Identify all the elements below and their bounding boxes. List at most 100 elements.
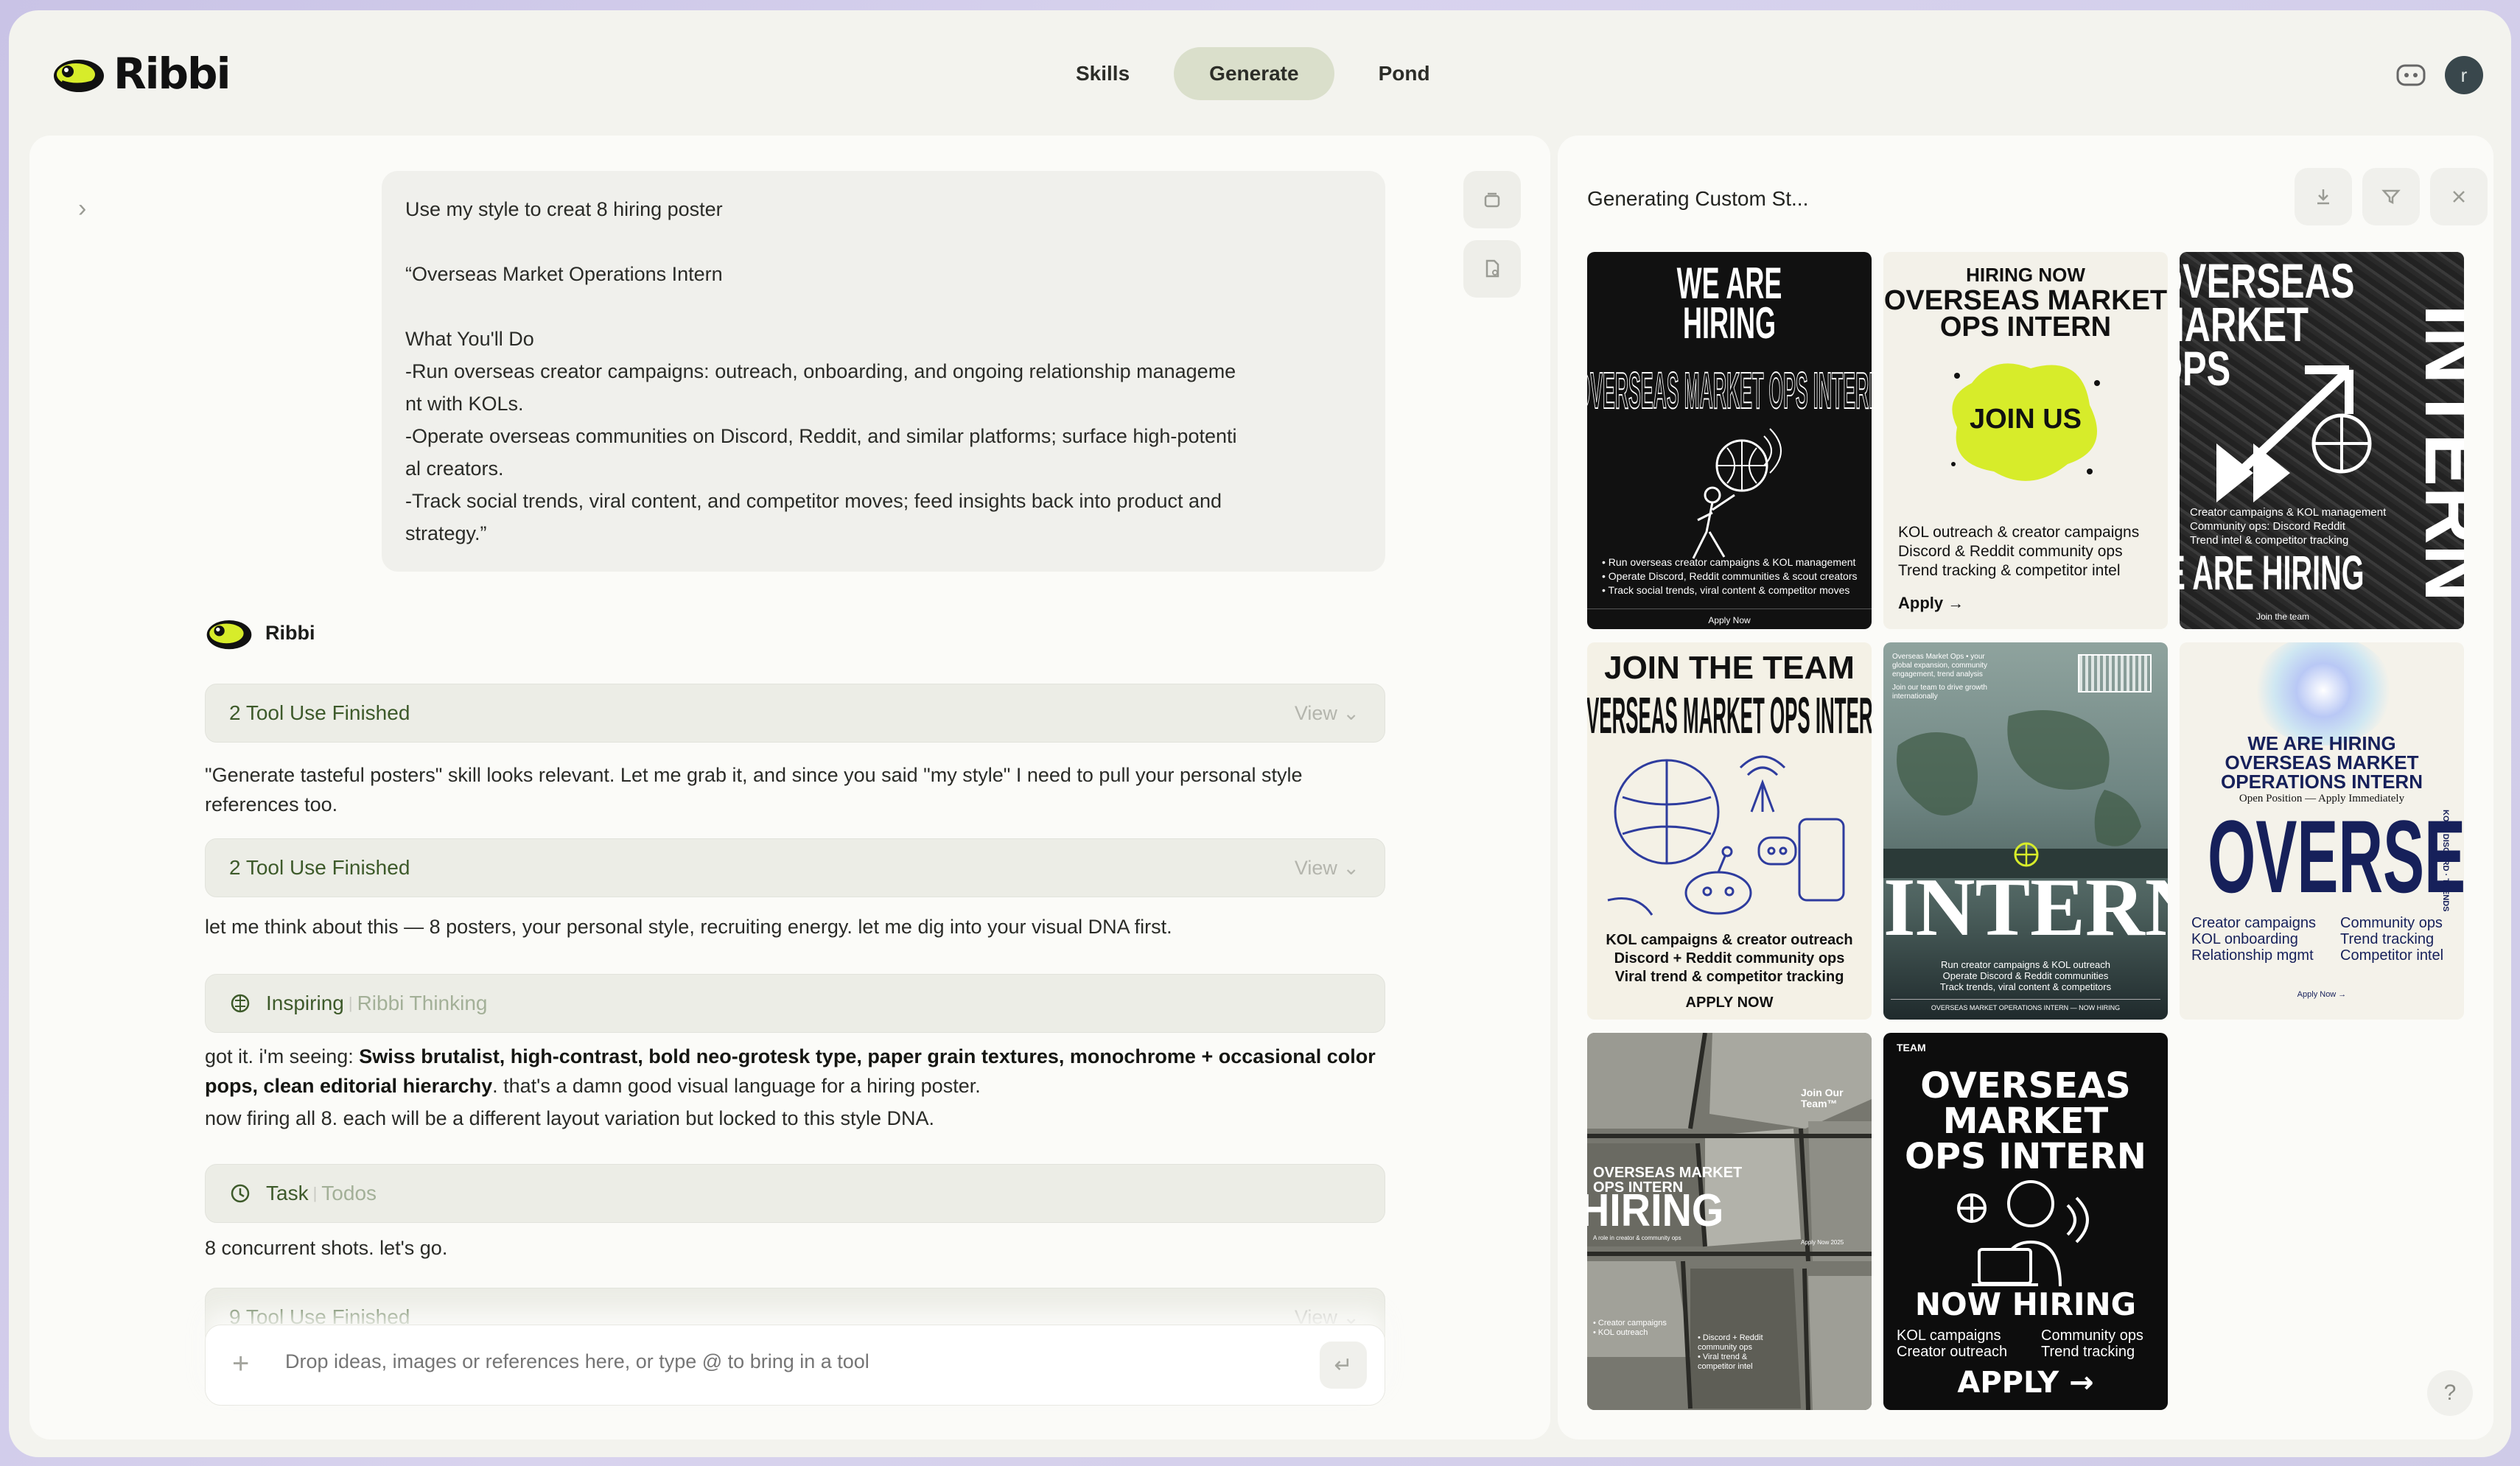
view-toggle[interactable]: View ⌄ xyxy=(1295,702,1359,725)
headline-line: OPS INTERN xyxy=(1939,312,2112,343)
task-bar[interactable]: Task | Todos xyxy=(205,1164,1385,1223)
poster-cta: APPLY NOW xyxy=(1685,995,1774,1011)
brain-icon xyxy=(231,994,250,1013)
figure-globe-illustration xyxy=(1692,428,1782,559)
tool-use-bar[interactable]: 2 Tool Use Finished View ⌄ xyxy=(205,684,1385,743)
poster-bullets: KOL outreach & creator campaigns Discord … xyxy=(1898,523,2139,581)
poster-bullets: Run creator campaigns & KOL outreach Oper… xyxy=(1883,959,2168,992)
bullet: • Viral trend & competitor intel xyxy=(1698,1353,1753,1371)
headline-line: OPERATIONS INTERN xyxy=(2221,771,2423,793)
bullet: Creator campaigns & KOL management xyxy=(2190,506,2387,519)
close-icon xyxy=(2453,191,2465,203)
col-item: Trend tracking xyxy=(2340,931,2435,947)
poster-1[interactable]: WE ARE HIRING OVERSEAS MARKET OPS INTERN … xyxy=(1587,252,1872,629)
app-name: Ribbi xyxy=(113,49,231,99)
poster-4[interactable]: JOIN THE TEAM OVERSEAS MARKET OPS INTERN… xyxy=(1587,642,1872,1020)
message-line: -Operate overseas communities on Discord… xyxy=(405,425,1237,447)
poster-tag: Join Our Team™ xyxy=(1801,1087,1844,1109)
ribbi-logo[interactable]: Ribbi xyxy=(52,49,231,99)
send-button[interactable]: ↵ xyxy=(1320,1342,1367,1389)
poster-6[interactable]: WE ARE HIRING OVERSEAS MARKET OPERATIONS I… xyxy=(2180,642,2464,1020)
tab-skills[interactable]: Skills xyxy=(1040,47,1165,100)
poster-bullets: • Discord + Reddit community ops • Viral … xyxy=(1698,1333,1786,1372)
poster-8[interactable]: TEAM OVERSEAS MARKET OPS INTERN NOW HIRING… xyxy=(1883,1033,2168,1410)
tab-pond[interactable]: Pond xyxy=(1343,47,1466,100)
tool-use-label: 2 Tool Use Finished xyxy=(229,701,410,724)
save-message-button[interactable] xyxy=(1463,240,1521,298)
para-text: got it. i'm seeing: xyxy=(205,1045,360,1067)
message-line: What You'll Do xyxy=(405,328,534,350)
frog-avatar-icon xyxy=(206,620,252,650)
poster-5[interactable]: Overseas Market Ops • your global expans… xyxy=(1883,642,2168,1020)
poster-title: OVERSEAS MARKET OPS INTERN xyxy=(1587,686,1872,744)
download-button[interactable] xyxy=(2295,168,2352,225)
assistant-paragraph: now firing all 8. each will be a differe… xyxy=(205,1107,935,1129)
headline-line: HIRING xyxy=(1683,298,1776,348)
poster-big-text: OVERSEAS xyxy=(2208,799,2464,914)
headline-line: MARKET xyxy=(1942,1101,2109,1142)
view-label: View xyxy=(1294,701,1337,724)
clock-icon xyxy=(231,1184,250,1203)
tab-generate[interactable]: Generate xyxy=(1174,47,1334,100)
headline-line: MARKET xyxy=(2180,297,2309,352)
poster-title-wrap: OVERSEAS MARKET OPS INTERN xyxy=(1587,690,1872,741)
message-line: -Run overseas creator campaigns: outreac… xyxy=(405,360,1236,382)
poster-big-text: WE ARE HIRING xyxy=(2180,545,2365,600)
user-avatar[interactable]: r xyxy=(2445,56,2483,94)
poster-bullets: • Creator campaigns • KOL outreach xyxy=(1593,1319,1667,1338)
poster-headline: OVERSEAS MARKET OPS INTERN xyxy=(1883,1068,2168,1174)
poster-cta: APPLY → xyxy=(1957,1366,2094,1400)
blob-label: JOIN US xyxy=(1969,404,2082,435)
poster-bullets: KOL campaigns & creator outreach Discord … xyxy=(1587,931,1872,986)
plus-icon[interactable]: + xyxy=(232,1347,249,1381)
app-window: Ribbi Skills Generate Pond r › Use my st… xyxy=(9,10,2511,1457)
poster-cta: Apply Now xyxy=(1587,609,1872,625)
arrow-globe-graphic xyxy=(2216,365,2372,502)
barcode-graphic xyxy=(2078,654,2152,692)
col-item: KOL onboarding xyxy=(2191,931,2298,947)
copy-message-button[interactable] xyxy=(1463,171,1521,228)
col-item: Relationship mgmt xyxy=(2191,947,2314,964)
download-icon xyxy=(2317,189,2329,205)
poster-headline: WE ARE HIRING xyxy=(1644,262,1815,348)
poster-3[interactable]: OVERSEASMARKETOPS INTERN Creator campaig… xyxy=(2180,252,2464,629)
bullet: Track trends, viral content & competitor… xyxy=(1939,981,2112,992)
col-item: Trend tracking xyxy=(2041,1344,2135,1360)
poster-kicker: HIRING NOW xyxy=(1966,264,2085,286)
chevron-right-icon[interactable]: › xyxy=(78,194,86,223)
filter-button[interactable] xyxy=(2362,168,2420,225)
prompt-input[interactable] xyxy=(285,1350,1243,1373)
enter-icon: ↵ xyxy=(1334,1353,1353,1378)
discord-icon[interactable] xyxy=(2395,59,2427,91)
poster-small-text: A role in creator & community ops xyxy=(1593,1235,1681,1241)
bullet: • Creator campaigns xyxy=(1593,1319,1667,1328)
poster-date: Apply Now 2025 xyxy=(1801,1239,1844,1246)
tool-use-bar[interactable]: 2 Tool Use Finished View ⌄ xyxy=(205,838,1385,897)
poster-cta: Apply → xyxy=(1898,594,1964,612)
bullet: • Track social trends, viral content & c… xyxy=(1602,584,1850,596)
poster-col-2: Community ops Trend tracking xyxy=(2041,1328,2143,1360)
thinking-sub: Ribbi Thinking xyxy=(357,992,488,1014)
task-label: Task xyxy=(266,1182,309,1204)
question-icon: ? xyxy=(2443,1381,2457,1405)
poster-bullets: • Run overseas creator campaigns & KOL m… xyxy=(1602,555,1857,597)
assistant-paragraph: let me think about this — 8 posters, you… xyxy=(205,916,1172,938)
view-toggle[interactable]: View ⌄ xyxy=(1295,857,1359,880)
headline-line: OVERSEAS xyxy=(1920,1065,2131,1106)
poster-headline: OVERSEAS MARKET OPS INTERN xyxy=(1883,287,2168,343)
thinking-bar[interactable]: Inspiring | Ribbi Thinking xyxy=(205,974,1385,1033)
col-item: Community ops xyxy=(2340,915,2443,931)
col-item: Creator campaigns xyxy=(2191,915,2316,931)
help-button[interactable]: ? xyxy=(2427,1370,2473,1416)
poster-2[interactable]: HIRING NOW OVERSEAS MARKET OPS INTERN JOI… xyxy=(1883,252,2168,629)
poster-bullets: Creator campaigns & KOL management Commun… xyxy=(2190,505,2386,547)
close-panel-button[interactable] xyxy=(2430,168,2488,225)
poster-7[interactable]: Join Our Team™ OVERSEAS MARKET OPS INTERN… xyxy=(1587,1033,1872,1410)
poster-big-text: HIRING xyxy=(1587,1185,1724,1236)
message-line: “Overseas Market Operations Intern xyxy=(405,263,723,285)
assistant-paragraph: "Generate tasteful posters" skill looks … xyxy=(205,764,1303,816)
bullet: Operate Discord & Reddit communities xyxy=(1942,970,2109,981)
assistant-header: Ribbi xyxy=(205,614,315,651)
small-line: Overseas Market Ops • your global expans… xyxy=(1892,653,1987,678)
poster-title: OVERSEAS MARKET OPS INTERN xyxy=(1587,361,1872,419)
